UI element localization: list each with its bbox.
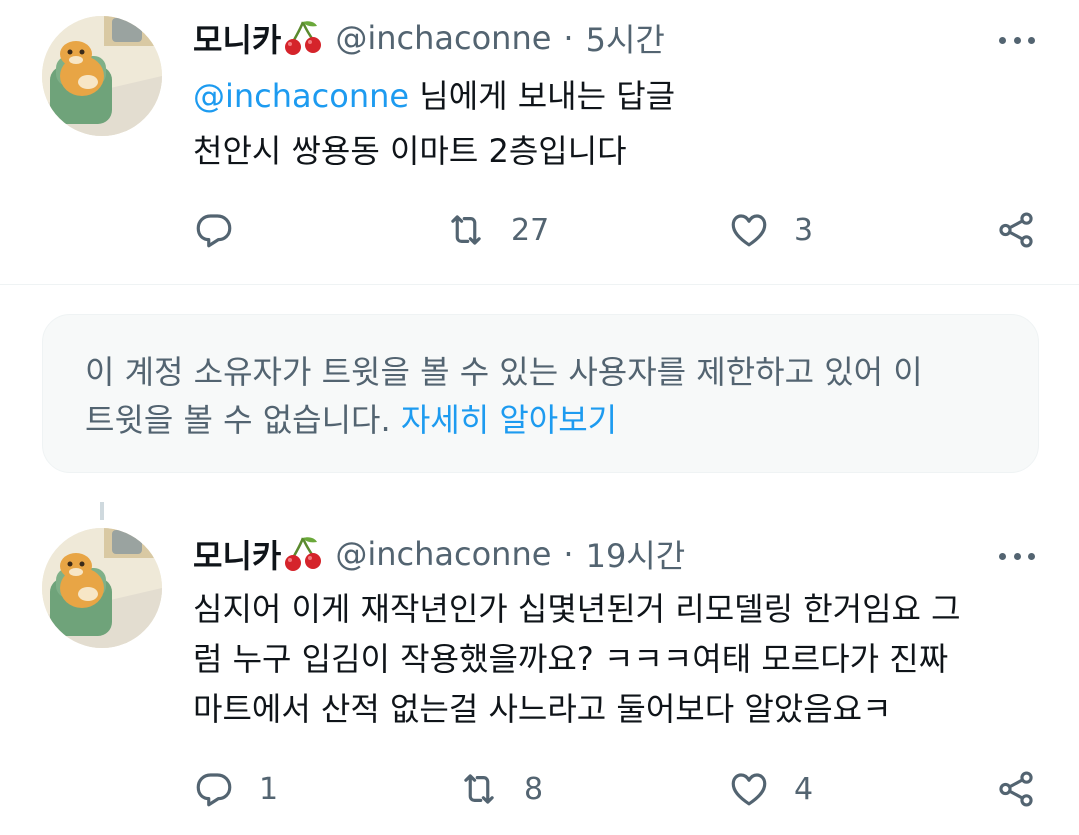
like-button[interactable]: 4 xyxy=(728,765,813,813)
tweet-text-line1: 심지어 이게 재작년인가 십몇년된거 리모델링 한거임요 그 xyxy=(193,590,961,628)
display-name[interactable]: 모니카 xyxy=(193,531,281,577)
retweet-button[interactable]: 8 xyxy=(458,765,543,813)
tweet-text-line3: 마트에서 산적 없는걸 사느라고 둘어보다 알았음요ㅋ xyxy=(193,690,892,728)
retweet-icon xyxy=(464,774,494,804)
like-icon xyxy=(731,214,767,247)
tweet-header: 모니카 @inchaconne · 19시간 xyxy=(193,530,685,578)
share-button[interactable] xyxy=(995,206,1037,254)
notice-text: 트윗을 볼 수 없습니다. xyxy=(85,401,391,439)
cherry-icon xyxy=(283,18,323,58)
share-icon xyxy=(999,771,1033,807)
like-count: 3 xyxy=(794,212,814,248)
display-name[interactable]: 모니카 xyxy=(193,15,281,61)
tweet-1[interactable]: 모니카 @inchaconne · 5시간 @inchaconne 님에게 보내… xyxy=(0,0,1079,284)
reply-count: 1 xyxy=(259,771,279,807)
share-icon xyxy=(999,212,1033,248)
notice-text-line1: 이 계정 소유자가 트윗을 볼 수 있는 사용자를 제한하고 있어 이 xyxy=(85,353,923,391)
share-button[interactable] xyxy=(995,765,1037,813)
retweet-icon xyxy=(451,215,481,245)
tweet-text-line2: 럼 누구 입김이 작용했을까요? ㅋㅋㅋ여태 모르다가 진짜 xyxy=(193,640,949,678)
thread-connector xyxy=(100,502,104,520)
tweet-actions: 27 3 xyxy=(0,206,1079,254)
tweet-header: 모니카 @inchaconne · 5시간 xyxy=(193,14,665,62)
reply-to-label: 님에게 보내는 답글 xyxy=(409,77,676,115)
separator: · xyxy=(563,535,574,573)
reply-button[interactable] xyxy=(193,206,259,254)
reply-button[interactable]: 1 xyxy=(193,765,278,813)
learn-more-link[interactable]: 자세히 알아보기 xyxy=(401,401,617,439)
retweet-button[interactable]: 27 xyxy=(445,206,549,254)
like-button[interactable]: 3 xyxy=(728,206,813,254)
more-options-icon[interactable] xyxy=(999,538,1035,574)
like-icon xyxy=(731,773,767,806)
more-options-icon[interactable] xyxy=(999,22,1035,58)
reply-icon xyxy=(196,214,232,248)
cherry-icon xyxy=(283,534,323,574)
handle[interactable]: @inchaconne xyxy=(335,19,551,57)
tweet-text: 천안시 쌍용동 이마트 2층입니다 xyxy=(193,132,627,170)
reply-to-handle[interactable]: @inchaconne xyxy=(193,77,409,115)
avatar[interactable] xyxy=(42,16,162,136)
timestamp[interactable]: 19시간 xyxy=(586,531,686,577)
tweet-actions: 1 8 4 xyxy=(0,765,1079,813)
timestamp[interactable]: 5시간 xyxy=(586,15,665,61)
notice-text-line2: 트윗을 볼 수 없습니다. 자세히 알아보기 xyxy=(85,396,617,444)
retweet-count: 27 xyxy=(511,212,550,248)
separator: · xyxy=(563,19,574,57)
handle[interactable]: @inchaconne xyxy=(335,535,551,573)
like-count: 4 xyxy=(794,771,814,807)
restricted-tweet-notice: 이 계정 소유자가 트윗을 볼 수 있는 사용자를 제한하고 있어 이 트윗을 … xyxy=(42,314,1039,473)
avatar[interactable] xyxy=(42,528,162,648)
divider xyxy=(0,284,1079,285)
tweet-2[interactable]: 모니카 @inchaconne · 19시간 심지어 이게 재작년인가 십몇년된… xyxy=(0,520,1079,835)
avatar-image xyxy=(42,528,162,648)
avatar-image xyxy=(42,16,162,136)
reply-icon xyxy=(196,773,232,807)
reply-context: @inchaconne 님에게 보내는 답글 xyxy=(193,71,675,121)
retweet-count: 8 xyxy=(524,771,544,807)
